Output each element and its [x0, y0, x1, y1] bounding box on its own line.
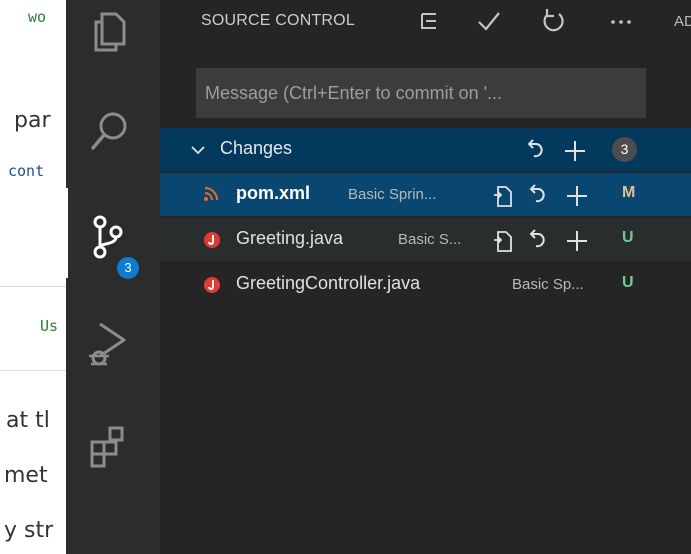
commit-check-icon [478, 12, 500, 31]
changes-count-badge: 3 [612, 137, 637, 162]
refresh-button[interactable] [538, 6, 568, 36]
panel-title: SOURCE CONTROL [201, 12, 355, 29]
open-file-icon[interactable] [490, 183, 516, 209]
refresh-icon [543, 9, 564, 32]
background-text: Us [40, 317, 59, 335]
background-text: at tl [6, 408, 50, 433]
stage-changes-icon[interactable] [564, 183, 590, 209]
activity-explorer[interactable] [66, 0, 160, 90]
background-document: wo par cont Us at tl met y str [0, 0, 66, 554]
background-text: y str [4, 518, 54, 543]
commit-message-box[interactable] [196, 68, 646, 118]
file-status-untracked: U [622, 274, 634, 291]
file-description: Basic Sp... [512, 276, 584, 293]
source-control-panel: SOURCE CONTROL AD Message (Ctrl+Enter to… [160, 0, 691, 554]
activity-search[interactable] [66, 90, 160, 180]
activity-extensions[interactable] [66, 404, 160, 494]
java-icon [204, 232, 220, 248]
discard-changes-icon[interactable] [526, 183, 552, 209]
changes-group-label: Changes [220, 138, 293, 158]
open-file-icon[interactable] [490, 228, 516, 254]
more-actions-icon [611, 20, 631, 24]
source-control-badge: 3 [117, 257, 139, 279]
file-name: pom.xml [236, 183, 311, 203]
file-description: Basic Sprin... [348, 186, 437, 203]
view-as-tree-icon [421, 13, 436, 29]
rss-xml-icon [204, 187, 218, 201]
file-row-pom[interactable]: pom.xml Basic Sprin... M [160, 173, 691, 216]
divider [0, 370, 66, 371]
background-text: met [4, 463, 48, 488]
extensions-icon [90, 426, 124, 468]
file-description: Basic S... [398, 231, 462, 248]
file-status-untracked: U [622, 229, 634, 246]
discard-changes-icon[interactable] [526, 228, 552, 254]
chevron-down-icon [191, 146, 205, 155]
commit-button[interactable] [474, 6, 504, 36]
commit-message-input[interactable] [197, 69, 645, 117]
more-actions-button[interactable] [606, 6, 636, 36]
file-row-greeting-controller[interactable]: GreetingController.java Basic Sp... U [160, 263, 691, 306]
background-text: wo [28, 8, 47, 26]
file-name: GreetingController.java [236, 273, 421, 293]
run-debug-icon [89, 322, 126, 366]
overflow-text: AD [674, 13, 691, 30]
files-icon [94, 12, 126, 52]
panel-header: SOURCE CONTROL AD [160, 0, 691, 48]
view-as-tree-button[interactable] [414, 6, 444, 36]
java-icon [204, 277, 220, 293]
activity-run-debug[interactable] [66, 300, 160, 390]
divider [0, 286, 66, 287]
changes-group-header[interactable]: Changes 3 [160, 128, 691, 171]
background-text: cont [8, 162, 45, 180]
stage-all-icon[interactable] [562, 138, 588, 164]
stage-changes-icon[interactable] [564, 228, 590, 254]
file-name: Greeting.java [236, 228, 344, 248]
discard-all-icon[interactable] [524, 138, 550, 164]
search-icon [91, 112, 127, 150]
activity-bar: 3 [66, 0, 160, 554]
file-status-modified: M [622, 184, 636, 201]
activity-source-control[interactable] [66, 188, 160, 278]
background-text: par [14, 108, 51, 133]
file-row-greeting[interactable]: Greeting.java Basic S... U [160, 218, 691, 261]
